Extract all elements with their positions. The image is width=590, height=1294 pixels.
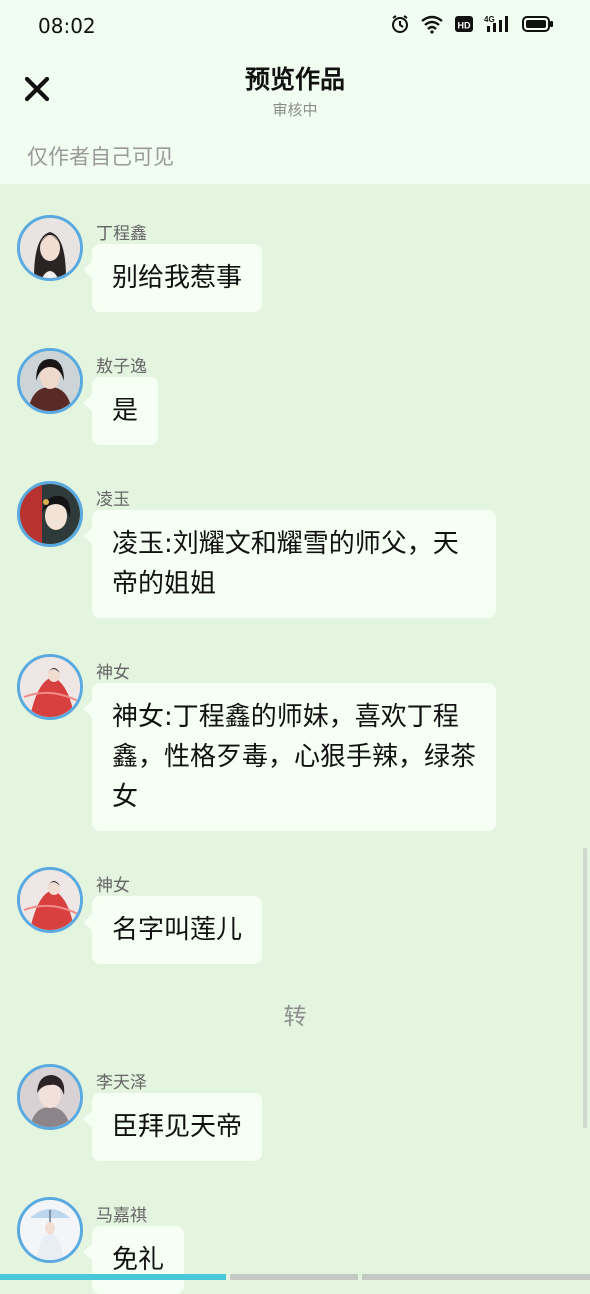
message-bubble[interactable]: 臣拜见天帝: [82, 1093, 263, 1161]
status-time: 08:02: [38, 14, 96, 38]
message-bubble[interactable]: 别给我惹事: [82, 244, 263, 312]
chat-preview[interactable]: 丁程鑫 别给我惹事 敖子逸 是 凌玉 凌玉:刘耀文和耀雪的师父，天帝的姐姐 神女…: [0, 184, 590, 1294]
sender-name: 丁程鑫: [96, 224, 147, 244]
avatar[interactable]: [17, 481, 83, 547]
message-bubble[interactable]: 免礼: [82, 1226, 185, 1294]
sender-name: 李天泽: [96, 1073, 147, 1093]
avatar-image: [20, 218, 80, 278]
scene-divider: 转: [283, 1004, 307, 1030]
avatar-image: [20, 870, 80, 930]
network-label: 4G: [484, 15, 495, 24]
hd-label: HD: [458, 21, 471, 31]
battery-icon: [522, 16, 553, 32]
avatar[interactable]: [17, 348, 83, 414]
message-bubble[interactable]: 神女:丁程鑫的师妹，喜欢丁程鑫，性格歹毒，心狠手辣，绿茶女: [83, 683, 496, 831]
progress-segment: [0, 1274, 226, 1280]
sender-name: 马嘉祺: [96, 1206, 147, 1226]
avatar[interactable]: [17, 1064, 83, 1130]
avatar-image: [20, 657, 80, 717]
sender-name: 神女: [96, 663, 130, 683]
wifi-icon: [421, 15, 443, 34]
progress-segment: [362, 1274, 590, 1280]
signal-4g-icon: 4G: [484, 15, 508, 32]
progress-segment: [230, 1274, 358, 1280]
sender-name: 神女: [96, 876, 130, 896]
avatar[interactable]: [17, 1197, 83, 1263]
page-title: 预览作品: [244, 65, 345, 94]
avatar-image: [20, 1067, 80, 1127]
scrollbar[interactable]: [583, 848, 587, 1128]
top-header: 08:02 HD 4G 预览作品 审核中 仅作者自己可见: [0, 0, 590, 184]
progress-bar: [0, 1274, 590, 1280]
avatar[interactable]: [17, 215, 83, 281]
status-icons: HD 4G: [390, 14, 554, 34]
avatar[interactable]: [17, 867, 83, 933]
alarm-icon: [392, 15, 408, 33]
sender-name: 敖子逸: [96, 357, 147, 377]
avatar-image: [20, 484, 80, 544]
avatar[interactable]: [17, 654, 83, 720]
sender-name: 凌玉: [96, 490, 130, 510]
review-status: 审核中: [272, 101, 318, 119]
message-bubble[interactable]: 名字叫莲儿: [82, 896, 263, 964]
hd-icon: HD: [455, 16, 473, 32]
avatar-image: [20, 1200, 80, 1260]
message-bubble[interactable]: 凌玉:刘耀文和耀雪的师父，天帝的姐姐: [83, 510, 496, 618]
message-bubble[interactable]: 是: [82, 377, 159, 445]
avatar-image: [20, 351, 80, 411]
visibility-notice: 仅作者自己可见: [27, 145, 174, 169]
